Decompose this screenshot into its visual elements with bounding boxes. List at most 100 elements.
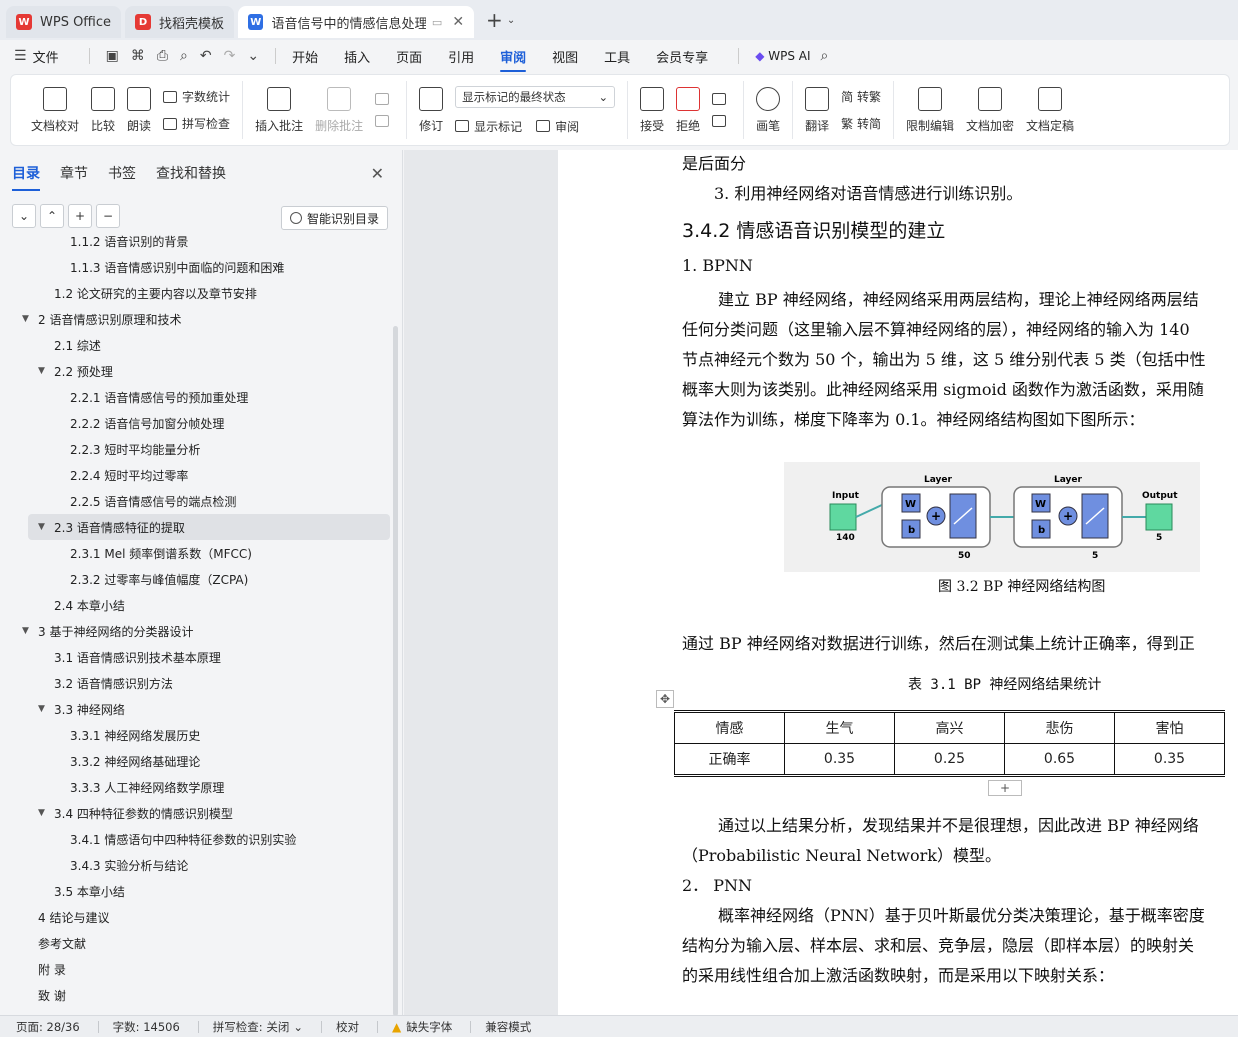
toc-item[interactable]: 2.2.5 语音情感信号的端点检测 — [0, 488, 392, 514]
chevron-down-icon[interactable]: ⌄ — [507, 15, 515, 26]
toc-item[interactable]: 4 结论与建议 — [0, 904, 392, 930]
toc-item[interactable]: 1.1.2 语音识别的背景 — [0, 228, 392, 254]
table-cell[interactable]: 害怕 — [1114, 711, 1225, 744]
toc-item[interactable]: 3.3.3 人工神经网络数学原理 — [0, 774, 392, 800]
network-figure[interactable]: Input 140 Layer W b + 50 Layer W b + 5 O… — [784, 462, 1200, 572]
toc-item[interactable]: ▼ 3.3 神经网络 — [0, 696, 392, 722]
toc-item[interactable]: 3.3.2 神经网络基础理论 — [0, 748, 392, 774]
tab-bookmarks[interactable]: 书签 — [108, 163, 136, 183]
restrict-edit-button[interactable]: 限制编辑 — [906, 86, 954, 134]
expand-arrow-icon[interactable]: ▼ — [38, 522, 52, 532]
toc-item[interactable]: 参考文献 — [0, 930, 392, 956]
toc-item[interactable]: ▼ 2.2 预处理 — [0, 358, 392, 384]
word-count[interactable]: 字数: 14506 — [113, 1019, 180, 1035]
missing-font-status[interactable]: ▲ 缺失字体 — [392, 1019, 452, 1035]
toc-item[interactable]: ▼ 2.3 语音情感特征的提取 — [28, 514, 390, 540]
chevron-down-icon[interactable]: ⌄ — [247, 48, 259, 64]
revise-button[interactable]: 修订 — [419, 86, 443, 134]
redo-icon[interactable]: ↷ — [224, 48, 236, 64]
tab-wps-office[interactable]: W WPS Office — [6, 6, 122, 38]
prev-comment-button[interactable] — [375, 93, 394, 105]
next-comment-button[interactable] — [375, 115, 394, 127]
show-markup-button[interactable]: 显示标记 — [455, 118, 522, 135]
table-cell[interactable]: 0.65 — [1004, 743, 1115, 776]
table-cell[interactable]: 生气 — [784, 711, 895, 744]
menu-home[interactable]: 开始 — [292, 47, 318, 66]
page-indicator[interactable]: 页面: 28/36 — [16, 1019, 80, 1035]
close-tab-icon[interactable]: ✕ — [452, 14, 464, 30]
smart-toc-button[interactable]: 智能识别目录 — [280, 206, 388, 230]
new-tab-icon[interactable]: + — [486, 8, 503, 32]
menu-file[interactable]: 文件 — [33, 47, 59, 66]
pen-button[interactable]: 画笔 — [756, 86, 780, 134]
delete-comment-button[interactable]: 删除批注 — [315, 86, 363, 134]
menu-review[interactable]: 审阅 — [500, 47, 527, 72]
hamburger-icon[interactable]: ☰ — [14, 48, 27, 64]
toc-item[interactable]: 3.4.1 情感语句中四种特征参数的识别实验 — [0, 826, 392, 852]
table-cell[interactable]: 正确率 — [674, 743, 785, 776]
toc-item[interactable]: 致 谢 — [0, 982, 392, 1008]
menu-view[interactable]: 视图 — [552, 47, 578, 66]
toc-item[interactable]: 2.2.2 语音信号加窗分帧处理 — [0, 410, 392, 436]
remove-heading-icon[interactable]: − — [96, 204, 120, 228]
undo-icon[interactable]: ↶ — [200, 48, 212, 64]
menu-insert[interactable]: 插入 — [344, 47, 370, 66]
insert-comment-button[interactable]: 插入批注 — [255, 86, 303, 134]
encrypt-button[interactable]: 文档加密 — [966, 86, 1014, 134]
document-page[interactable]: 是后面分 3. 利用神经网络对语音情感进行训练识别。 3.4.2 情感语音识别模… — [558, 150, 1238, 1015]
tab-sections[interactable]: 章节 — [60, 163, 88, 183]
toc-item[interactable]: 3.2 语音情感识别方法 — [0, 670, 392, 696]
expand-all-icon[interactable]: ⌃ — [40, 204, 64, 228]
print-preview-icon[interactable]: ⌕ — [180, 48, 188, 64]
table-cell[interactable]: 0.35 — [784, 743, 895, 776]
accept-button[interactable]: 接受 — [640, 86, 664, 134]
print-icon[interactable]: ⎙ — [157, 48, 168, 64]
spell-check-button[interactable]: 拼写检查 — [163, 115, 230, 132]
tab-find-replace[interactable]: 查找和替换 — [156, 163, 226, 183]
expand-arrow-icon[interactable]: ▼ — [38, 366, 52, 376]
toc-item[interactable]: 3.3.1 神经网络发展历史 — [0, 722, 392, 748]
tab-template[interactable]: D 找稻壳模板 — [125, 6, 235, 38]
toc-item[interactable]: 1.2 论文研究的主要内容以及章节安排 — [0, 280, 392, 306]
table-cell[interactable]: 悲伤 — [1004, 711, 1115, 744]
finalize-button[interactable]: 文档定稿 — [1026, 86, 1074, 134]
markup-mode-select[interactable]: 显示标记的最终状态 ⌄ — [455, 85, 616, 108]
menu-tools[interactable]: 工具 — [604, 47, 630, 66]
collapse-all-icon[interactable]: ⌄ — [12, 204, 36, 228]
toc-item[interactable]: 3.4.3 实验分析与结论 — [0, 852, 392, 878]
toc-item[interactable]: 3.5 本章小结 — [0, 878, 392, 904]
read-aloud-button[interactable]: 朗读 — [127, 86, 151, 134]
toc-item[interactable]: ▼ 2 语音情感识别原理和技术 — [0, 306, 392, 332]
table-cell[interactable]: 0.25 — [894, 743, 1005, 776]
spell-check-status[interactable]: 拼写检查: 关闭 ⌄ — [213, 1019, 303, 1035]
compare-button[interactable]: 比较 — [91, 86, 115, 134]
toc-item[interactable]: 2.1 综述 — [0, 332, 392, 358]
to-traditional-button[interactable]: 简 转繁 — [841, 88, 881, 105]
toc-item[interactable]: 2.3.2 过零率与峰值幅度（ZCPA) — [0, 566, 392, 592]
menu-page[interactable]: 页面 — [396, 47, 422, 66]
translate-button[interactable]: 翻译 — [805, 86, 829, 134]
review-pane-button[interactable]: 审阅 — [536, 118, 579, 135]
toc-item[interactable]: 2.2.1 语音情感信号的预加重处理 — [0, 384, 392, 410]
toc-item[interactable]: 2.4 本章小结 — [0, 592, 392, 618]
toc-item[interactable]: 1.1.3 语音情感识别中面临的问题和困难 — [0, 254, 392, 280]
toc-item[interactable]: 附 录 — [0, 956, 392, 982]
share-icon[interactable]: ⌘ — [131, 48, 145, 64]
toc-item[interactable]: ▼ 3 基于神经网络的分类器设计 — [0, 618, 392, 644]
toc-scrollbar[interactable] — [393, 326, 398, 1016]
results-table[interactable]: 情感 生气 高兴 悲伤 害怕 正确率 0.35 0.25 0.65 0.35 — [674, 710, 1225, 777]
tab-document[interactable]: W 语音信号中的情感信息处理研究 ▭ ✕ — [238, 6, 475, 38]
close-icon[interactable]: ✕ — [371, 164, 384, 183]
expand-arrow-icon[interactable]: ▼ — [38, 704, 52, 714]
add-heading-icon[interactable]: + — [68, 204, 92, 228]
toc-item[interactable]: ▼ 3.4 四种特征参数的情感识别模型 — [0, 800, 392, 826]
next-change-button[interactable] — [712, 115, 731, 127]
word-count-button[interactable]: 字数统计 — [163, 88, 230, 105]
menu-member[interactable]: 会员专享 — [656, 47, 708, 66]
expand-arrow-icon[interactable]: ▼ — [38, 808, 52, 818]
prev-change-button[interactable] — [712, 93, 731, 105]
table-add-row-icon[interactable]: + — [988, 780, 1022, 796]
expand-arrow-icon[interactable]: ▼ — [22, 626, 36, 636]
toc-item[interactable]: 3.1 语音情感识别技术基本原理 — [0, 644, 392, 670]
table-cell[interactable]: 0.35 — [1114, 743, 1225, 776]
